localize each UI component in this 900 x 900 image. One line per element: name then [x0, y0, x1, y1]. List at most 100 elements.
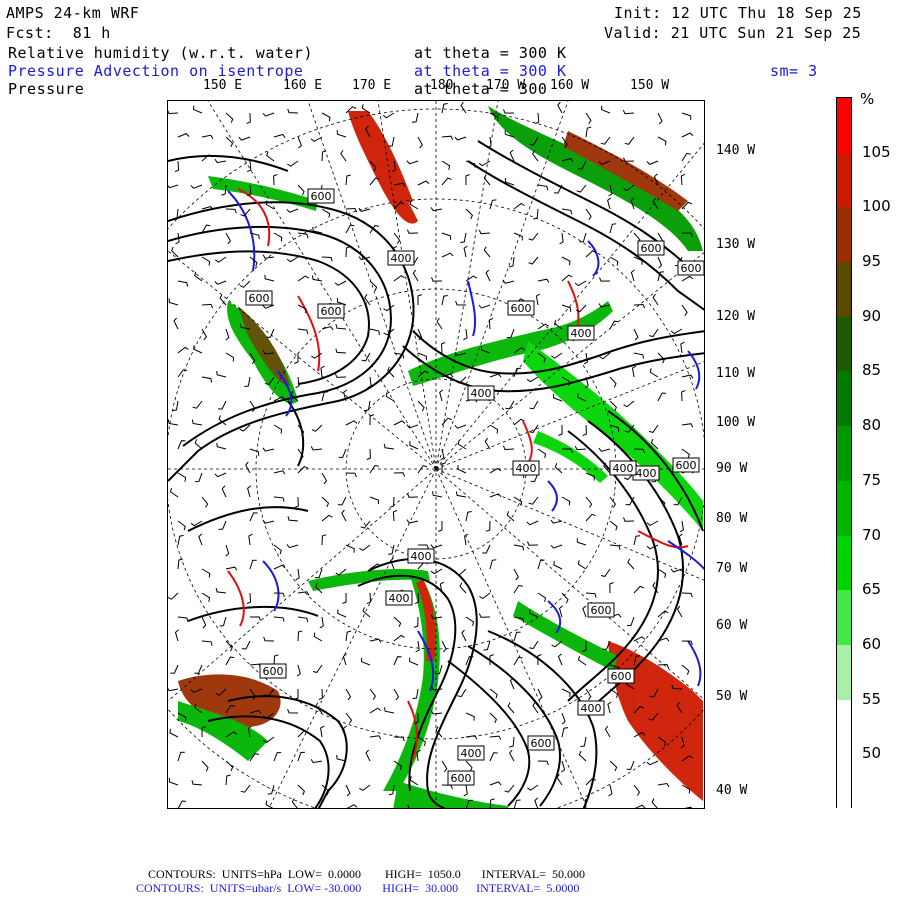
wind-barb — [174, 160, 180, 173]
wind-barb — [441, 177, 452, 186]
wind-barb — [684, 806, 692, 808]
contour-label: 400 — [461, 747, 482, 760]
wind-barb — [170, 487, 179, 498]
wind-barb — [561, 688, 571, 697]
wind-barb — [384, 707, 395, 714]
wind-barb — [191, 780, 203, 786]
wind-barb — [239, 280, 251, 288]
wind-barb — [681, 423, 694, 428]
colorbar-segment — [837, 754, 851, 810]
wind-barb — [585, 778, 597, 786]
wind-barb — [297, 730, 309, 738]
wind-barb — [388, 544, 395, 555]
wind-barb — [341, 509, 347, 522]
longitude-label-top: 160 E — [283, 78, 323, 93]
wind-barb — [297, 630, 303, 642]
wind-barb — [489, 781, 502, 786]
wind-barb — [561, 760, 566, 773]
wind-barb — [364, 400, 371, 412]
wind-barb — [489, 493, 502, 498]
wind-barb — [273, 564, 286, 570]
wind-barb — [294, 689, 299, 700]
wind-barb — [506, 328, 515, 339]
wind-barb — [273, 424, 283, 434]
contour-label: 400 — [636, 467, 657, 480]
wind-barb — [623, 400, 635, 408]
wind-barb — [513, 202, 525, 210]
wind-barb — [633, 303, 646, 309]
wind-barb — [393, 688, 400, 701]
wind-barb — [465, 275, 478, 282]
wind-barb — [479, 592, 491, 600]
wind-barb — [681, 275, 694, 282]
wind-barb — [297, 232, 309, 239]
wind-barb — [554, 463, 563, 474]
wind-barb — [585, 496, 593, 508]
wind-barb — [431, 277, 443, 282]
wind-barb — [465, 712, 475, 721]
wind-barb — [177, 280, 189, 287]
wind-barb — [537, 184, 549, 191]
wind-barb — [609, 520, 618, 531]
wind-barb — [194, 271, 203, 282]
longitude-label-right: 70 W — [716, 561, 748, 576]
wind-barb — [287, 108, 299, 114]
init-time: Init: 12 UTC Thu 18 Sep 25 — [614, 4, 862, 22]
contour-label: 400 — [411, 550, 432, 563]
wind-barb — [172, 400, 179, 412]
wind-barb — [633, 328, 639, 341]
colorbar-label: 105 — [862, 142, 891, 161]
contour-label: 600 — [311, 190, 332, 203]
wind-barb — [321, 496, 330, 508]
wind-barb — [225, 774, 231, 786]
contour-label: 600 — [531, 737, 552, 750]
wind-barb — [219, 616, 227, 627]
wind-barb — [409, 776, 419, 786]
wind-barb — [390, 557, 395, 570]
wind-barb — [345, 630, 352, 642]
wind-barb — [240, 784, 251, 793]
wind-barb — [537, 760, 549, 766]
wind-barb — [626, 616, 635, 627]
longitude-label-top: 170 W — [486, 78, 526, 93]
wind-barb — [483, 246, 491, 258]
wind-barb — [561, 256, 571, 266]
wind-barb — [461, 629, 467, 642]
wind-barb — [342, 653, 347, 666]
wind-barb — [216, 442, 227, 450]
wind-barb — [262, 447, 275, 452]
wind-barb — [262, 519, 275, 524]
wind-barb — [193, 105, 203, 114]
longitude-label-right: 100 W — [716, 415, 756, 430]
wind-barb — [194, 472, 203, 483]
wind-barb — [440, 341, 446, 354]
wind-barb — [393, 634, 405, 642]
wind-barb — [457, 440, 467, 450]
wind-barb — [527, 541, 539, 546]
wind-barb — [413, 616, 419, 628]
wind-barb — [417, 136, 423, 149]
wind-barb — [174, 629, 179, 642]
wind-barb — [489, 199, 497, 210]
wind-barb — [190, 184, 203, 189]
wind-barb — [273, 496, 285, 502]
wind-barb — [529, 640, 539, 650]
wind-barb — [489, 735, 502, 740]
wind-barb — [345, 224, 355, 234]
wind-barb — [432, 491, 443, 498]
wind-barb — [478, 160, 491, 167]
contour-label: 600 — [451, 772, 472, 785]
wind-barb — [537, 278, 550, 283]
wind-barb — [177, 534, 184, 546]
wind-barb — [366, 592, 372, 605]
wind-barb — [335, 348, 347, 354]
wind-barb — [321, 112, 331, 122]
wind-barb — [553, 560, 563, 570]
colorbar-unit: % — [860, 90, 875, 108]
wind-barb — [681, 448, 690, 459]
wind-barb — [365, 749, 371, 762]
wind-barb — [345, 246, 351, 258]
wind-barb — [460, 101, 467, 114]
wind-barb — [633, 535, 641, 546]
wind-barb — [526, 376, 539, 383]
